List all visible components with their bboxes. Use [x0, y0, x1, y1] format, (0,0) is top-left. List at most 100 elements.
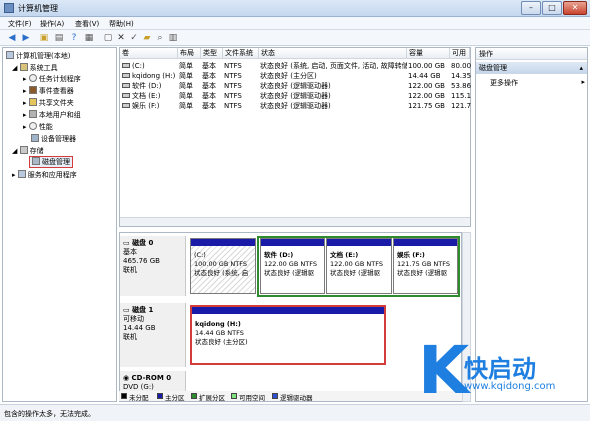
- partition-f[interactable]: 娱乐 (F:) 121.75 GB NTFS 状态良好 (逻辑驱: [393, 238, 458, 294]
- column-header-capacity[interactable]: 容量: [407, 48, 450, 59]
- disk-0-type: 基本: [123, 248, 137, 256]
- tree-item-disk-management[interactable]: 磁盘管理: [29, 156, 73, 168]
- column-header-status[interactable]: 状态: [259, 48, 407, 59]
- tools-icon: [19, 63, 28, 71]
- menu-action[interactable]: 操作(A): [40, 19, 64, 29]
- watermark-url: www.kqidong.com: [464, 381, 556, 392]
- tree-item-computer-management[interactable]: 计算机管理(本地): [6, 51, 70, 61]
- table-cell: 基本: [202, 62, 216, 70]
- partition-d[interactable]: 软件 (D:) 122.00 GB NTFS 状态良好 (逻辑驱: [260, 238, 325, 294]
- volume-icon: [122, 83, 130, 88]
- tree-item-label: 本地用户和组: [38, 111, 81, 119]
- tree-item-task-scheduler[interactable]: ▸ 任务计划程序: [23, 74, 81, 84]
- table-cell: 基本: [202, 72, 216, 80]
- check-icon[interactable]: ✓: [128, 32, 140, 44]
- maximize-button[interactable]: □: [542, 1, 562, 15]
- disk-1-size: 14.44 GB: [123, 324, 156, 332]
- folder-up-icon[interactable]: ▣: [38, 32, 50, 44]
- table-cell: 状态良好 (系统, 启动, 页面文件, 活动, 故障转储, 主分区): [260, 62, 407, 70]
- properties-icon[interactable]: ▦: [83, 32, 95, 44]
- forward-icon[interactable]: ▶: [20, 32, 32, 44]
- back-icon[interactable]: ◀: [6, 32, 18, 44]
- horizontal-scrollbar[interactable]: [120, 217, 470, 226]
- search-icon[interactable]: ⌕: [154, 32, 166, 44]
- column-header-type[interactable]: 类型: [201, 48, 223, 59]
- table-row[interactable]: 软件 (D:) 简单 基本 NTFS 状态良好 (逻辑驱动器) 122.00 GB 53.8…: [120, 81, 471, 91]
- actions-header: 操作: [476, 48, 587, 60]
- column-header-filesystem[interactable]: 文件系统: [223, 48, 259, 59]
- table-cell: NTFS: [224, 72, 242, 80]
- partition-name: 软件 (D:): [264, 251, 294, 259]
- table-cell: 基本: [202, 102, 216, 110]
- volume-name-cell: 文档 (E:): [122, 91, 178, 101]
- legend-swatch-unallocated: [121, 393, 127, 399]
- watermark-brand: 快启动: [464, 355, 536, 383]
- partition-bar: [394, 239, 457, 246]
- menu-view[interactable]: 查看(V): [75, 19, 99, 29]
- partition-bar: [192, 307, 384, 314]
- table-cell: 简单: [179, 82, 193, 90]
- column-header-layout[interactable]: 布局: [178, 48, 201, 59]
- menu-help[interactable]: 帮助(H): [109, 19, 134, 29]
- table-row[interactable]: (C:) 简单 基本 NTFS 状态良好 (系统, 启动, 页面文件, 活动, 故障转储…: [120, 61, 471, 71]
- cdrom-label[interactable]: ◉ CD-ROM 0 DVD (G:): [120, 371, 186, 393]
- tree-item-label: 服务和应用程序: [27, 171, 77, 179]
- table-row[interactable]: 娱乐 (F:) 简单 基本 NTFS 状态良好 (逻辑驱动器) 121.75 GB 121.…: [120, 101, 471, 111]
- tree-item-local-users[interactable]: ▸ 本地用户和组: [23, 110, 81, 120]
- table-row[interactable]: kqidong (H:) 简单 基本 NTFS 状态良好 (主分区) 14.44 GB 14…: [120, 71, 471, 81]
- legend-swatch-free: [231, 393, 237, 399]
- menu-file[interactable]: 文件(F): [8, 19, 32, 29]
- partition-c[interactable]: (C:) 100.00 GB NTFS 状态良好 (系统, 启: [190, 238, 256, 294]
- volume-icon: [122, 103, 130, 108]
- table-row[interactable]: 文档 (E:) 简单 基本 NTFS 状态良好 (逻辑驱动器) 122.00 GB 115.…: [120, 91, 471, 101]
- table-cell: 状态良好 (逻辑驱动器): [260, 102, 331, 110]
- tree-item-label: 磁盘管理: [42, 158, 70, 166]
- services-icon: [17, 170, 26, 178]
- table-cell: 简单: [179, 102, 193, 110]
- tree-item-performance[interactable]: ▸ 性能: [23, 122, 53, 132]
- console-tree: 计算机管理(本地) ◢ 系统工具 ▸ 任务计划程序 ▸ 事件查看器 ▸ 共享文件…: [2, 47, 117, 402]
- tree-item-shared-folders[interactable]: ▸ 共享文件夹: [23, 98, 74, 108]
- tree-item-system-tools[interactable]: ◢ 系统工具: [12, 63, 58, 73]
- tree-item-services-apps[interactable]: ▸ 服务和应用程序: [12, 170, 77, 180]
- performance-icon: [28, 122, 37, 130]
- tree-item-label: 系统工具: [29, 64, 58, 72]
- partition-h[interactable]: kqidong (H:) 14.44 GB NTFS 状态良好 (主分区): [190, 305, 386, 365]
- legend-swatch-logical: [272, 393, 278, 399]
- tree-item-label: 存储: [29, 147, 44, 155]
- actions-section-label: 磁盘管理: [479, 64, 507, 72]
- show-tree-icon[interactable]: ▤: [53, 32, 65, 44]
- volume-icon: [122, 93, 130, 98]
- partition-name: kqidong (H:): [195, 320, 241, 328]
- shared-folder-icon: [28, 98, 37, 106]
- export-icon[interactable]: ▢: [102, 32, 114, 44]
- actions-section-disk-management[interactable]: 磁盘管理 ▴: [476, 62, 587, 74]
- disk-name: ◉ CD-ROM 0: [123, 374, 182, 383]
- help-icon[interactable]: ?: [68, 32, 80, 44]
- disk-1-type: 可移动: [123, 315, 144, 323]
- partition-size: 14.44 GB NTFS: [195, 329, 244, 337]
- menu-bar: 文件(F) 操作(A) 查看(V) 帮助(H): [0, 17, 590, 30]
- tree-item-label: 计算机管理(本地): [16, 52, 71, 60]
- column-header-free[interactable]: 可用: [450, 48, 470, 59]
- disk-1-label[interactable]: ▭ 磁盘 1 可移动 14.44 GB 联机: [120, 303, 186, 367]
- partition-status: 状态良好 (逻辑驱: [330, 269, 381, 277]
- minimize-button[interactable]: –: [521, 1, 541, 15]
- partition-size: 100.00 GB NTFS: [194, 260, 247, 268]
- open-icon[interactable]: ▰: [141, 32, 153, 44]
- tree-item-storage[interactable]: ◢ 存储: [12, 146, 44, 156]
- close-button[interactable]: ✕: [563, 1, 587, 15]
- more-actions[interactable]: 更多操作 ▸: [490, 78, 585, 88]
- column-header-volume[interactable]: 卷: [120, 48, 178, 59]
- chevron-right-icon: ▸: [581, 78, 585, 86]
- tree-item-label: 任务计划程序: [38, 75, 81, 83]
- partition-e[interactable]: 文档 (E:) 122.00 GB NTFS 状态良好 (逻辑驱: [326, 238, 392, 294]
- volume-icon: [122, 73, 130, 78]
- tree-item-device-manager[interactable]: 设备管理器: [31, 134, 76, 144]
- delete-icon[interactable]: ✕: [115, 32, 127, 44]
- disk-0-label[interactable]: ▭ 磁盘 0 基本 465.76 GB 联机: [120, 236, 186, 296]
- table-cell: 简单: [179, 72, 193, 80]
- settings-icon[interactable]: ▥: [167, 32, 179, 44]
- table-cell: NTFS: [224, 102, 242, 110]
- tree-item-event-viewer[interactable]: ▸ 事件查看器: [23, 86, 74, 96]
